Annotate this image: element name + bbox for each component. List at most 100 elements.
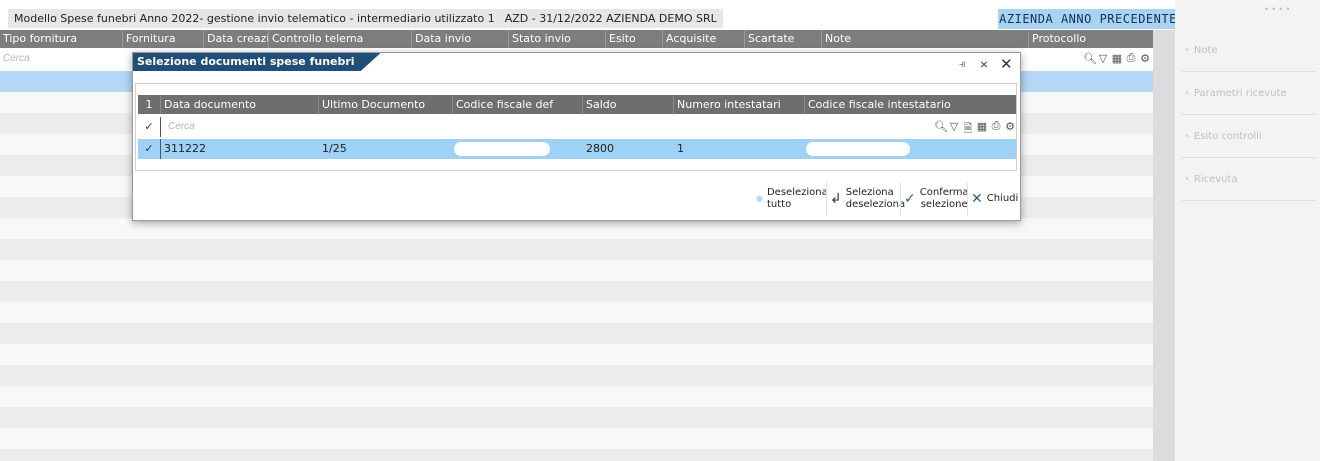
grid-row[interactable]: [0, 449, 1153, 461]
more-dots-icon[interactable]: ••••: [1265, 4, 1294, 14]
dialog-footer: ● Deseleziona tutto ↲ Seleziona deselezion…: [133, 178, 1020, 220]
column-ultimo-documento[interactable]: Ultimo Documento: [318, 95, 452, 114]
title-bar: Modello Spese funebri Anno 2022- gestion…: [0, 0, 1178, 30]
deselect-all-line2: tutto: [766, 199, 792, 210]
column-saldo[interactable]: Saldo: [582, 95, 673, 114]
cell-data-documento: 311222: [164, 142, 206, 155]
confirm-selection-label: Conferma selezione: [920, 187, 969, 211]
dot-icon: ●: [756, 194, 763, 203]
dialog-search-row[interactable]: ✓ Cerca 🔍︎ ▽ 🗎︎ ▦ ⎙ ⚙: [138, 117, 1016, 137]
grid-row[interactable]: [0, 239, 1153, 260]
redacted-codice-fiscale-def: [454, 142, 550, 156]
search-icon[interactable]: 🔍︎: [1083, 52, 1097, 66]
vertical-scrollbar[interactable]: [1153, 30, 1175, 461]
column-data-documento[interactable]: Data documento: [160, 95, 318, 114]
filter-icon[interactable]: ▽: [1097, 52, 1109, 66]
columns-icon[interactable]: ▦: [976, 120, 988, 134]
cell-ultimo-documento: 1/25: [322, 142, 347, 155]
selection-divider: [160, 117, 161, 137]
row-check-icon[interactable]: ✓: [142, 142, 156, 156]
column-fornitura[interactable]: Fornitura: [122, 30, 203, 48]
grid-row[interactable]: [0, 218, 1153, 239]
collapse-icon[interactable]: ⨯: [978, 58, 990, 71]
column-data-invio[interactable]: Data invio: [411, 30, 508, 48]
side-button-label: Ricevuta: [1193, 174, 1238, 185]
bullet-icon: •: [1184, 45, 1190, 56]
close-label: Chiudi: [986, 193, 1019, 204]
dialog-grid-toolbar: 🔍︎ ▽ 🗎︎ ▦ ⎙ ⚙: [934, 120, 1016, 135]
grid-row[interactable]: [0, 281, 1153, 302]
grid-row[interactable]: [0, 344, 1153, 365]
column-controllo-telematico[interactable]: Controllo telema: [268, 30, 411, 48]
side-button-label: Note: [1193, 45, 1218, 56]
side-button-note[interactable]: • Note: [1181, 30, 1316, 72]
column-acquisite[interactable]: Acquisite: [662, 30, 744, 48]
column-selection-count[interactable]: 1: [138, 95, 160, 114]
redacted-codice-fiscale-intestatario: [806, 142, 910, 156]
grid-row[interactable]: [0, 365, 1153, 386]
check-icon[interactable]: ✓: [142, 120, 156, 134]
confirm-selection-button[interactable]: ✓ Conferma selezione: [900, 182, 972, 216]
columns-icon[interactable]: ▦: [1111, 52, 1123, 66]
toggle-selection-button[interactable]: ↲ Seleziona deseleziona: [826, 182, 908, 216]
column-numero-intestatari[interactable]: Numero intestatari: [673, 95, 804, 114]
settings-icon[interactable]: ⚙: [1004, 120, 1016, 134]
dialog-table-row[interactable]: ✓ 311222 1/25 2800 1: [138, 139, 1016, 159]
dialog-search-placeholder: Cerca: [168, 121, 195, 132]
bullet-icon: •: [1184, 131, 1190, 142]
side-button-label: Esito controlli: [1193, 131, 1262, 142]
dialog-window-controls: ⫣ ⨯ ✕: [956, 55, 1013, 73]
column-tipo-fornitura[interactable]: Tipo fornitura: [0, 30, 122, 48]
close-x-icon: ✕: [971, 191, 983, 207]
grid-row[interactable]: [0, 386, 1153, 407]
side-button-esito-controlli[interactable]: • Esito controlli: [1181, 116, 1316, 158]
grid-row[interactable]: [0, 323, 1153, 344]
bullet-icon: •: [1184, 88, 1190, 99]
confirm-line1: Conferma: [919, 187, 969, 198]
close-icon[interactable]: ✕: [1000, 55, 1013, 73]
pin-icon[interactable]: ⫣: [956, 58, 968, 71]
dialog-title: Selezione documenti spese funebri: [133, 53, 381, 71]
grid-row[interactable]: [0, 428, 1153, 449]
confirm-line2: selezione: [920, 199, 968, 210]
export-icon[interactable]: 🗎︎: [962, 120, 974, 135]
column-note[interactable]: Note: [821, 30, 1028, 48]
deselect-all-button[interactable]: ● Deseleziona tutto: [753, 182, 831, 216]
grid-row[interactable]: [0, 407, 1153, 428]
company-period: AZD - 31/12/2022: [504, 12, 603, 25]
column-data-creazione[interactable]: Data creazio: [203, 30, 268, 48]
select-documents-dialog: Selezione documenti spese funebri ⫣ ⨯ ✕ …: [132, 52, 1021, 221]
previous-year-company-button[interactable]: AZIENDA ANNO PRECEDENTE: [998, 9, 1178, 29]
side-button-ricevuta[interactable]: • Ricevuta: [1181, 159, 1316, 201]
window-title-tab: Modello Spese funebri Anno 2022- gestion…: [8, 9, 723, 28]
bullet-icon: •: [1184, 174, 1190, 185]
filter-icon[interactable]: ▽: [948, 120, 960, 134]
cell-saldo: 2800: [586, 142, 614, 155]
grid-header: Tipo fornitura Fornitura Data creazio Co…: [0, 30, 1153, 48]
grid-row[interactable]: [0, 302, 1153, 323]
toggle-selection-label: Seleziona deseleziona: [846, 187, 905, 211]
side-button-parametri-ricevute[interactable]: • Parametri ricevute: [1181, 73, 1316, 115]
toggle-line2: deseleziona: [845, 199, 906, 210]
return-arrow-icon: ↲: [830, 191, 842, 207]
dialog-table-area: 1 Data documento Ultimo Documento Codice…: [135, 83, 1017, 171]
side-panel: • Note • Parametri ricevute • Esito control…: [1175, 0, 1320, 461]
column-stato-invio[interactable]: Stato invio: [508, 30, 605, 48]
column-codice-fiscale-def[interactable]: Codice fiscale def: [452, 95, 582, 114]
window-title: Modello Spese funebri Anno 2022- gestion…: [14, 12, 495, 25]
grid-row[interactable]: [0, 260, 1153, 281]
dialog-grid-header: 1 Data documento Ultimo Documento Codice…: [138, 95, 1016, 114]
search-icon[interactable]: 🔍︎: [934, 120, 948, 134]
column-protocollo[interactable]: Protocollo: [1028, 30, 1153, 48]
deselect-all-line1: Deseleziona: [766, 187, 828, 198]
side-button-label: Parametri ricevute: [1193, 88, 1287, 99]
company-name: AZIENDA DEMO SRL: [606, 12, 717, 25]
settings-icon[interactable]: ⚙: [1139, 52, 1151, 66]
column-codice-fiscale-intestatario[interactable]: Codice fiscale intestatario: [804, 95, 1016, 114]
print-icon[interactable]: ⎙: [990, 120, 1002, 134]
close-button[interactable]: ✕ Chiudi: [967, 182, 1021, 216]
print-icon[interactable]: ⎙: [1125, 52, 1137, 66]
column-esito[interactable]: Esito: [605, 30, 662, 48]
checkmark-icon: ✓: [904, 191, 916, 207]
column-scartate[interactable]: Scartate: [744, 30, 821, 48]
